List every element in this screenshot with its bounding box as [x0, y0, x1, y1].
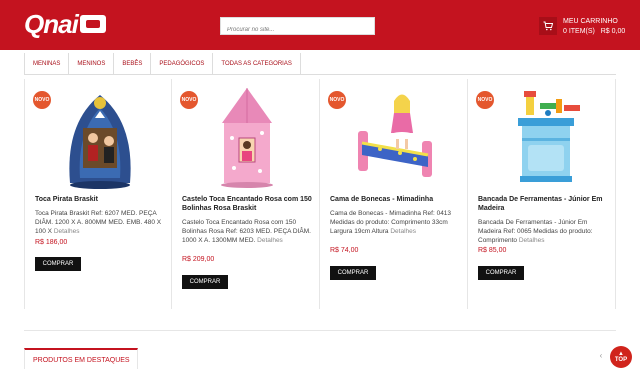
search-box: [220, 17, 375, 38]
carousel-prev-icon[interactable]: ‹: [596, 351, 606, 361]
product-card: NOVO Cama de Bonecas - Mimadinha Cama de…: [320, 79, 468, 309]
product-image[interactable]: [55, 83, 145, 191]
product-name[interactable]: Toca Pirata Braskit: [35, 195, 165, 204]
nav-item-bebes[interactable]: BEBÊS: [114, 53, 152, 75]
product-image[interactable]: [498, 83, 588, 191]
product-name[interactable]: Bancada De Ferramentas - Júnior Em Madei…: [478, 195, 608, 213]
nav-item-meninos[interactable]: MENINOS: [69, 53, 115, 75]
nav-item-pedagogicos[interactable]: PEDAGÓGICOS: [151, 53, 214, 75]
details-link[interactable]: Detalhes: [519, 237, 545, 244]
search-input[interactable]: [221, 22, 374, 38]
cart-info: MEU CARRINHO 0 ITEM(S) R$ 0,00: [563, 17, 625, 37]
product-card: NOVO Toca Pirata Braskit Toca Pirata Bra…: [24, 79, 172, 309]
new-badge: NOVO: [33, 91, 51, 109]
product-name[interactable]: Cama de Bonecas - Mimadinha: [330, 195, 460, 204]
cart-total: R$ 0,00: [600, 28, 626, 35]
cart[interactable]: MEU CARRINHO 0 ITEM(S) R$ 0,00: [539, 17, 625, 37]
featured-tab[interactable]: PRODUTOS EM DESTAQUES: [24, 348, 138, 369]
product-image[interactable]: [202, 83, 292, 191]
logo-text: Qnai: [24, 8, 79, 39]
description-text: Castelo Toca Encantado Rosa com 150 Boli…: [182, 219, 311, 244]
nav-item-todas-categorias[interactable]: TODAS AS CATEGORIAS: [213, 53, 301, 75]
product-price: R$ 186,00: [35, 239, 68, 246]
product-description: Castelo Toca Encantado Rosa com 150 Boli…: [182, 218, 312, 245]
new-badge: NOVO: [328, 91, 346, 109]
product-card: NOVO Bancada De Ferramentas - Júnior Em …: [468, 79, 616, 309]
product-description: Cama de Bonecas - Mimadinha Ref: 0413 Me…: [330, 209, 460, 236]
cart-items-count: 0 ITEM(S): [563, 28, 595, 35]
top-label: TOP: [614, 357, 628, 363]
details-link[interactable]: Detalhes: [257, 237, 283, 244]
buy-button[interactable]: COMPRAR: [330, 266, 376, 280]
buy-button[interactable]: COMPRAR: [35, 257, 81, 271]
back-to-top-button[interactable]: ▲ TOP: [610, 346, 632, 368]
product-card: NOVO Castelo Toca Encantado Rosa com 150…: [172, 79, 320, 309]
site-header: Qnai MEU CARRINHO 0 ITEM(S) R$ 0,00: [0, 0, 640, 50]
cart-summary: 0 ITEM(S) R$ 0,00: [563, 27, 625, 37]
cart-title: MEU CARRINHO: [563, 18, 618, 25]
category-nav: MENINAS MENINOS BEBÊS PEDAGÓGICOS TODAS …: [24, 53, 616, 75]
product-price: R$ 209,00: [182, 256, 215, 263]
buy-button[interactable]: COMPRAR: [182, 275, 228, 289]
details-link[interactable]: Detalhes: [390, 228, 416, 235]
product-price: R$ 74,00: [330, 247, 359, 254]
logo[interactable]: Qnai: [24, 8, 106, 40]
product-name[interactable]: Castelo Toca Encantado Rosa com 150 Boli…: [182, 195, 312, 213]
logo-badge-icon: [79, 15, 106, 33]
details-link[interactable]: Detalhes: [54, 228, 80, 235]
product-description: Bancada De Ferramentas - Júnior Em Madei…: [478, 218, 608, 245]
product-description: Toca Pirata Braskit Ref: 6207 MED. PEÇA …: [35, 209, 165, 236]
cart-icon[interactable]: [539, 17, 557, 35]
new-badge: NOVO: [476, 91, 494, 109]
section-divider: [24, 330, 616, 331]
buy-button[interactable]: COMPRAR: [478, 266, 524, 280]
product-grid: NOVO Toca Pirata Braskit Toca Pirata Bra…: [24, 79, 616, 309]
product-price: R$ 85,00: [478, 247, 507, 254]
new-badge: NOVO: [180, 91, 198, 109]
featured-label: PRODUTOS EM DESTAQUES: [33, 357, 130, 364]
product-image[interactable]: [350, 83, 440, 191]
nav-item-meninas[interactable]: MENINAS: [24, 53, 70, 75]
